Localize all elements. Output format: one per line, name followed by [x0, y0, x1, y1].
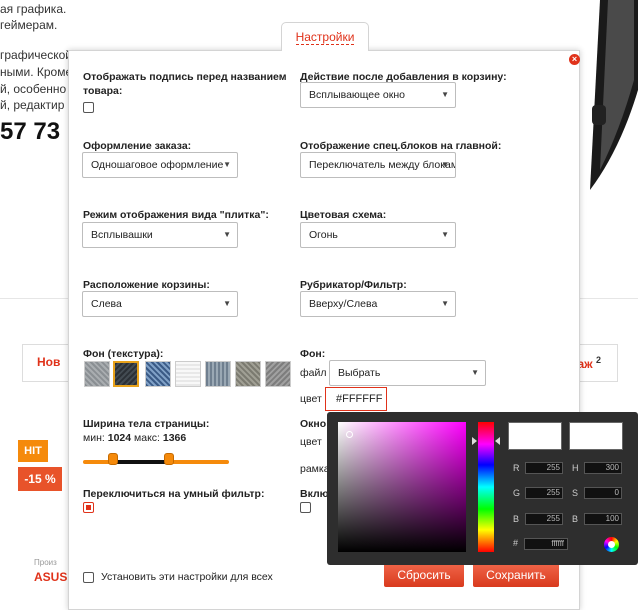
- hex-label: #: [513, 538, 519, 548]
- texture-swatch[interactable]: [175, 361, 201, 387]
- red-input[interactable]: 255: [525, 462, 563, 474]
- file-label: файл: [300, 367, 327, 379]
- apply-all-label: Установить эти настройки для всех: [101, 571, 273, 583]
- tile-mode-label: Режим отображения вида "плитка":: [83, 209, 269, 221]
- order-design-label: Оформление заказа:: [83, 140, 192, 152]
- hue-arrow-right-icon: [495, 437, 500, 445]
- order-design-select[interactable]: Одношаговое оформление ▼: [82, 152, 238, 178]
- file-select[interactable]: Выбрать ▼: [329, 360, 486, 386]
- chevron-down-icon: ▼: [441, 160, 449, 169]
- smart-filter-label: Переключиться на умный фильтр:: [83, 488, 265, 500]
- bg-text-line: ными. Кроме: [0, 65, 73, 79]
- bg-phone-number: 57 73: [0, 118, 61, 145]
- tab-settings[interactable]: Настройки: [281, 22, 369, 51]
- bg-text-line: геймерам.: [0, 18, 58, 32]
- window-frame-label: рамка: [300, 463, 330, 475]
- color-wheel-icon[interactable]: [604, 537, 619, 552]
- saturation-input[interactable]: 0: [584, 487, 622, 499]
- hit-badge: HIT: [18, 440, 48, 462]
- blue-input[interactable]: 255: [525, 513, 563, 525]
- texture-swatch[interactable]: [235, 361, 261, 387]
- bg-text-line: графической: [0, 48, 72, 62]
- chevron-down-icon: ▼: [471, 368, 479, 377]
- tile-mode-select[interactable]: Всплывашки ▼: [82, 222, 238, 248]
- bg-nav-count: 2: [595, 355, 601, 365]
- rubricator-select[interactable]: Вверху/Слева ▼: [300, 291, 456, 317]
- texture-swatch[interactable]: [205, 361, 231, 387]
- show-caption-label: Отображать подпись перед названием товар…: [83, 71, 287, 97]
- chevron-down-icon: ▼: [441, 230, 449, 239]
- bg-nav-item[interactable]: аж 2: [577, 355, 601, 371]
- chevron-down-icon: ▼: [223, 299, 231, 308]
- rubricator-label: Рубрикатор/Фильтр:: [300, 279, 407, 291]
- window-label: Окно: [300, 418, 327, 430]
- hue-input[interactable]: 300: [584, 462, 622, 474]
- color-scheme-select[interactable]: Огонь ▼: [300, 222, 456, 248]
- apply-all-checkbox[interactable]: [83, 572, 94, 583]
- bg-text-line: й, особенно: [0, 82, 67, 96]
- color-label: цвет: [300, 393, 322, 405]
- bg-text-line: ая графика.: [0, 2, 67, 16]
- page-width-min-handle[interactable]: [108, 453, 118, 465]
- cart-action-select[interactable]: Всплывающее окно ▼: [300, 82, 456, 108]
- window-color-label: цвет: [300, 436, 322, 448]
- show-caption-checkbox[interactable]: [83, 102, 94, 113]
- enable-label: Вклю: [300, 488, 329, 500]
- chevron-down-icon: ▼: [441, 299, 449, 308]
- bg-brand-link[interactable]: ASUS: [34, 570, 67, 584]
- texture-swatch-selected[interactable]: [113, 361, 139, 387]
- enable-checkbox[interactable]: [300, 502, 311, 513]
- picker-cursor[interactable]: [346, 431, 353, 438]
- cart-position-label: Расположение корзины:: [83, 279, 210, 291]
- new-color-preview: [508, 422, 562, 450]
- bg-text-line: й, редактир: [0, 98, 65, 112]
- color-scheme-label: Цветовая схема:: [300, 209, 387, 221]
- cart-position-select[interactable]: Слева ▼: [82, 291, 238, 317]
- close-icon[interactable]: ×: [569, 54, 580, 65]
- background-label: Фон:: [300, 348, 326, 360]
- special-blocks-label: Отображение спец.блоков на главной:: [300, 140, 502, 152]
- saturation-value-area[interactable]: [338, 422, 466, 552]
- save-button[interactable]: Сохранить: [473, 563, 559, 587]
- smart-filter-checkbox[interactable]: [83, 502, 94, 513]
- bg-producer-label: Произ: [34, 558, 57, 567]
- chevron-down-icon: ▼: [223, 230, 231, 239]
- reset-button[interactable]: Сбросить: [384, 563, 464, 587]
- discount-badge: -15 %: [18, 467, 62, 491]
- brightness-input[interactable]: 100: [584, 513, 622, 525]
- current-color-preview: [569, 422, 623, 450]
- chevron-down-icon: ▼: [441, 90, 449, 99]
- green-input[interactable]: 255: [525, 487, 563, 499]
- page-width-max-handle[interactable]: [164, 453, 174, 465]
- page-width-label: Ширина тела страницы:: [83, 418, 210, 430]
- page-width-values: мин: 1024 макс: 1366: [83, 432, 187, 444]
- color-hex-input[interactable]: #FFFFFF: [325, 387, 387, 411]
- texture-swatch[interactable]: [84, 361, 110, 387]
- bg-nav-item[interactable]: Нов: [37, 355, 60, 369]
- chevron-down-icon: ▼: [223, 160, 231, 169]
- page-width-slider-range: [113, 460, 169, 464]
- hue-arrow-left-icon: [472, 437, 477, 445]
- special-blocks-select[interactable]: Переключатель между блоками ▼: [300, 152, 456, 178]
- texture-swatch[interactable]: [265, 361, 291, 387]
- bg-texture-label: Фон (текстура):: [83, 348, 164, 360]
- hue-slider[interactable]: [478, 422, 494, 552]
- texture-swatch[interactable]: [145, 361, 171, 387]
- color-picker: R 255 H 300 G 255 S 0 B 255 B 100 # ffff…: [327, 412, 638, 565]
- hex-input[interactable]: ffffff: [524, 538, 568, 550]
